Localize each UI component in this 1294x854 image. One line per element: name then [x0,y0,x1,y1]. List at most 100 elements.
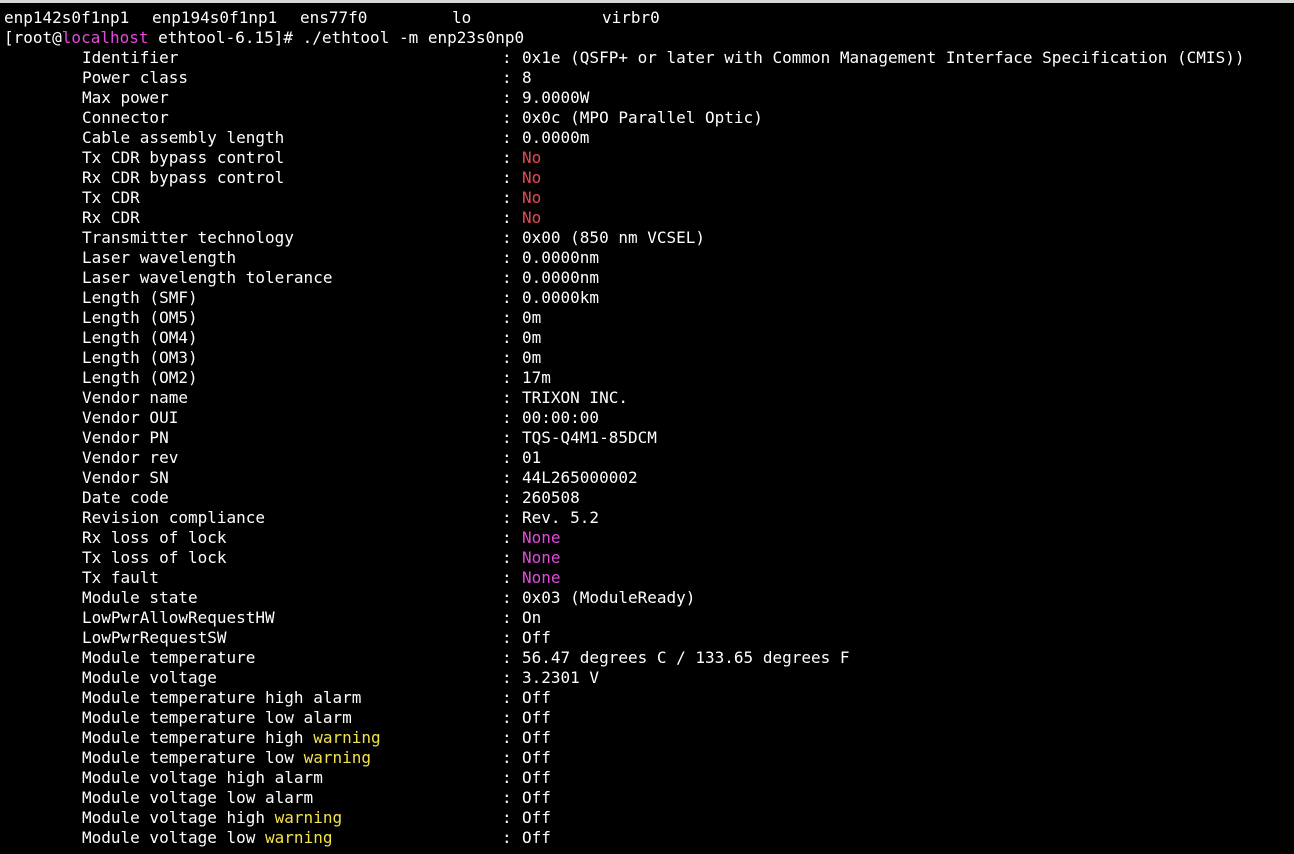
row-label: Module temperature low warning [82,748,371,768]
row-value: On [522,608,542,627]
row-value: Off [522,628,551,647]
row-label: Module temperature [82,648,255,668]
row-label-text: Rx loss of lock [82,528,227,547]
row-label: Module state [82,588,198,608]
output-row: Rx CDR bypass control: No [4,168,1294,188]
row-label-text: Power class [82,68,188,87]
row-separator: : [502,648,512,667]
output-row: Vendor name: TRIXON INC. [4,388,1294,408]
row-value: No [522,208,542,227]
row-label-text: Tx loss of lock [82,548,227,567]
row-label-text: LowPwrRequestSW [82,628,227,647]
row-value: Off [522,828,551,847]
output-row: Rx loss of lock: None [4,528,1294,548]
output-row: Vendor PN: TQS-Q4M1-85DCM [4,428,1294,448]
row-separator: : [502,688,512,707]
row-value: None [522,528,561,547]
row-label: Length (SMF) [82,288,198,308]
row-value: TRIXON INC. [522,388,628,407]
row-value: 8 [522,68,532,87]
row-value: 44L265000002 [522,468,638,487]
row-value: No [522,168,542,187]
row-value: 0.0000nm [522,268,600,287]
row-label-text: Cable assembly length [82,128,285,147]
row-label-warning: warning [274,808,343,827]
row-value: 0m [522,328,542,347]
terminal-window[interactable]: enp142s0f1np1 enp194s0f1np1 ens77f0 lo v… [0,0,1294,854]
row-separator: : [502,68,512,87]
row-label-text: Length (SMF) [82,288,198,307]
output-row: LowPwrRequestSW: Off [4,628,1294,648]
output-row: Transmitter technology:0x00 (850 nm VCSE… [4,228,1294,248]
output-row: Vendor OUI:00:00:00 [4,408,1294,428]
row-separator: : [502,748,512,767]
row-label-text: Max power [82,88,169,107]
row-label-text: Laser wavelength tolerance [82,268,333,287]
row-value: Off [522,688,551,707]
interface-name: enp194s0f1np1 [152,8,278,27]
output-row: Module voltage high alarm: Off [4,768,1294,788]
row-separator: : [502,628,512,647]
row-separator: : [502,108,512,127]
row-value: 9.0000W [522,88,590,107]
row-value: 3.2301 V [522,668,600,687]
module-info-output: Identifier:0x1e (QSFP+ or later with Com… [4,48,1294,848]
row-label-text: Vendor PN [82,428,169,447]
output-row: Vendor rev:01 [4,448,1294,468]
row-separator: : [502,348,512,367]
row-label-text: Module voltage [82,668,217,687]
row-value: 0.0000km [522,288,600,307]
output-row: Power class:8 [4,68,1294,88]
row-label-text: Module temperature [82,648,256,667]
row-separator: : [502,548,512,567]
row-value: 01 [522,448,542,467]
row-separator: : [502,168,512,187]
row-label: Length (OM5) [82,308,198,328]
row-value: Off [522,808,551,827]
output-row: Module temperature high warning: Off [4,728,1294,748]
row-label: Laser wavelength tolerance [82,268,332,288]
row-label-warning: warning [265,828,333,847]
output-row: Tx CDR: No [4,188,1294,208]
window-top-border [0,0,1294,3]
interface-name: enp142s0f1np1 [4,8,130,27]
output-row: Module temperature:56.47 degrees C / 133… [4,648,1294,668]
row-separator: : [502,128,512,147]
row-label: Tx CDR [82,188,140,208]
row-label-text: Revision compliance [82,508,266,527]
row-label-text: LowPwrAllowRequestHW [82,608,275,627]
row-separator: : [502,488,512,507]
output-row: Module temperature high alarm: Off [4,688,1294,708]
row-label: Power class [82,68,188,88]
output-row: Laser wavelength:0.0000nm [4,248,1294,268]
row-separator: : [502,268,512,287]
row-separator: : [502,308,512,327]
row-label: Tx CDR bypass control [82,148,284,168]
row-label-text: Module voltage low [82,828,266,847]
row-label-text: Connector [82,108,169,127]
output-row: Module voltage low alarm: Off [4,788,1294,808]
row-value: Off [522,768,551,787]
row-value: Off [522,788,551,807]
row-value: 17m [522,368,551,387]
output-row: Length (OM4):0m [4,328,1294,348]
interface-list: enp142s0f1np1 enp194s0f1np1 ens77f0 lo v… [4,8,1294,28]
row-separator: : [502,668,512,687]
row-label-text: Module state [82,588,198,607]
output-row: Rx CDR: No [4,208,1294,228]
output-row: LowPwrAllowRequestHW: On [4,608,1294,628]
interface-name: virbr0 [602,8,660,27]
output-row: Tx loss of lock: None [4,548,1294,568]
row-value: 0m [522,348,542,367]
row-label: Module voltage low alarm [82,788,313,808]
row-label: Module temperature high warning [82,728,381,748]
output-row: Tx fault: None [4,568,1294,588]
row-label: Cable assembly length [82,128,284,148]
row-separator: : [502,328,512,347]
row-label: Length (OM4) [82,328,198,348]
row-label-text: Vendor SN [82,468,169,487]
row-value: Rev. 5.2 [522,508,600,527]
row-label: Revision compliance [82,508,265,528]
row-label-text: Module voltage low alarm [82,788,314,807]
row-separator: : [502,248,512,267]
